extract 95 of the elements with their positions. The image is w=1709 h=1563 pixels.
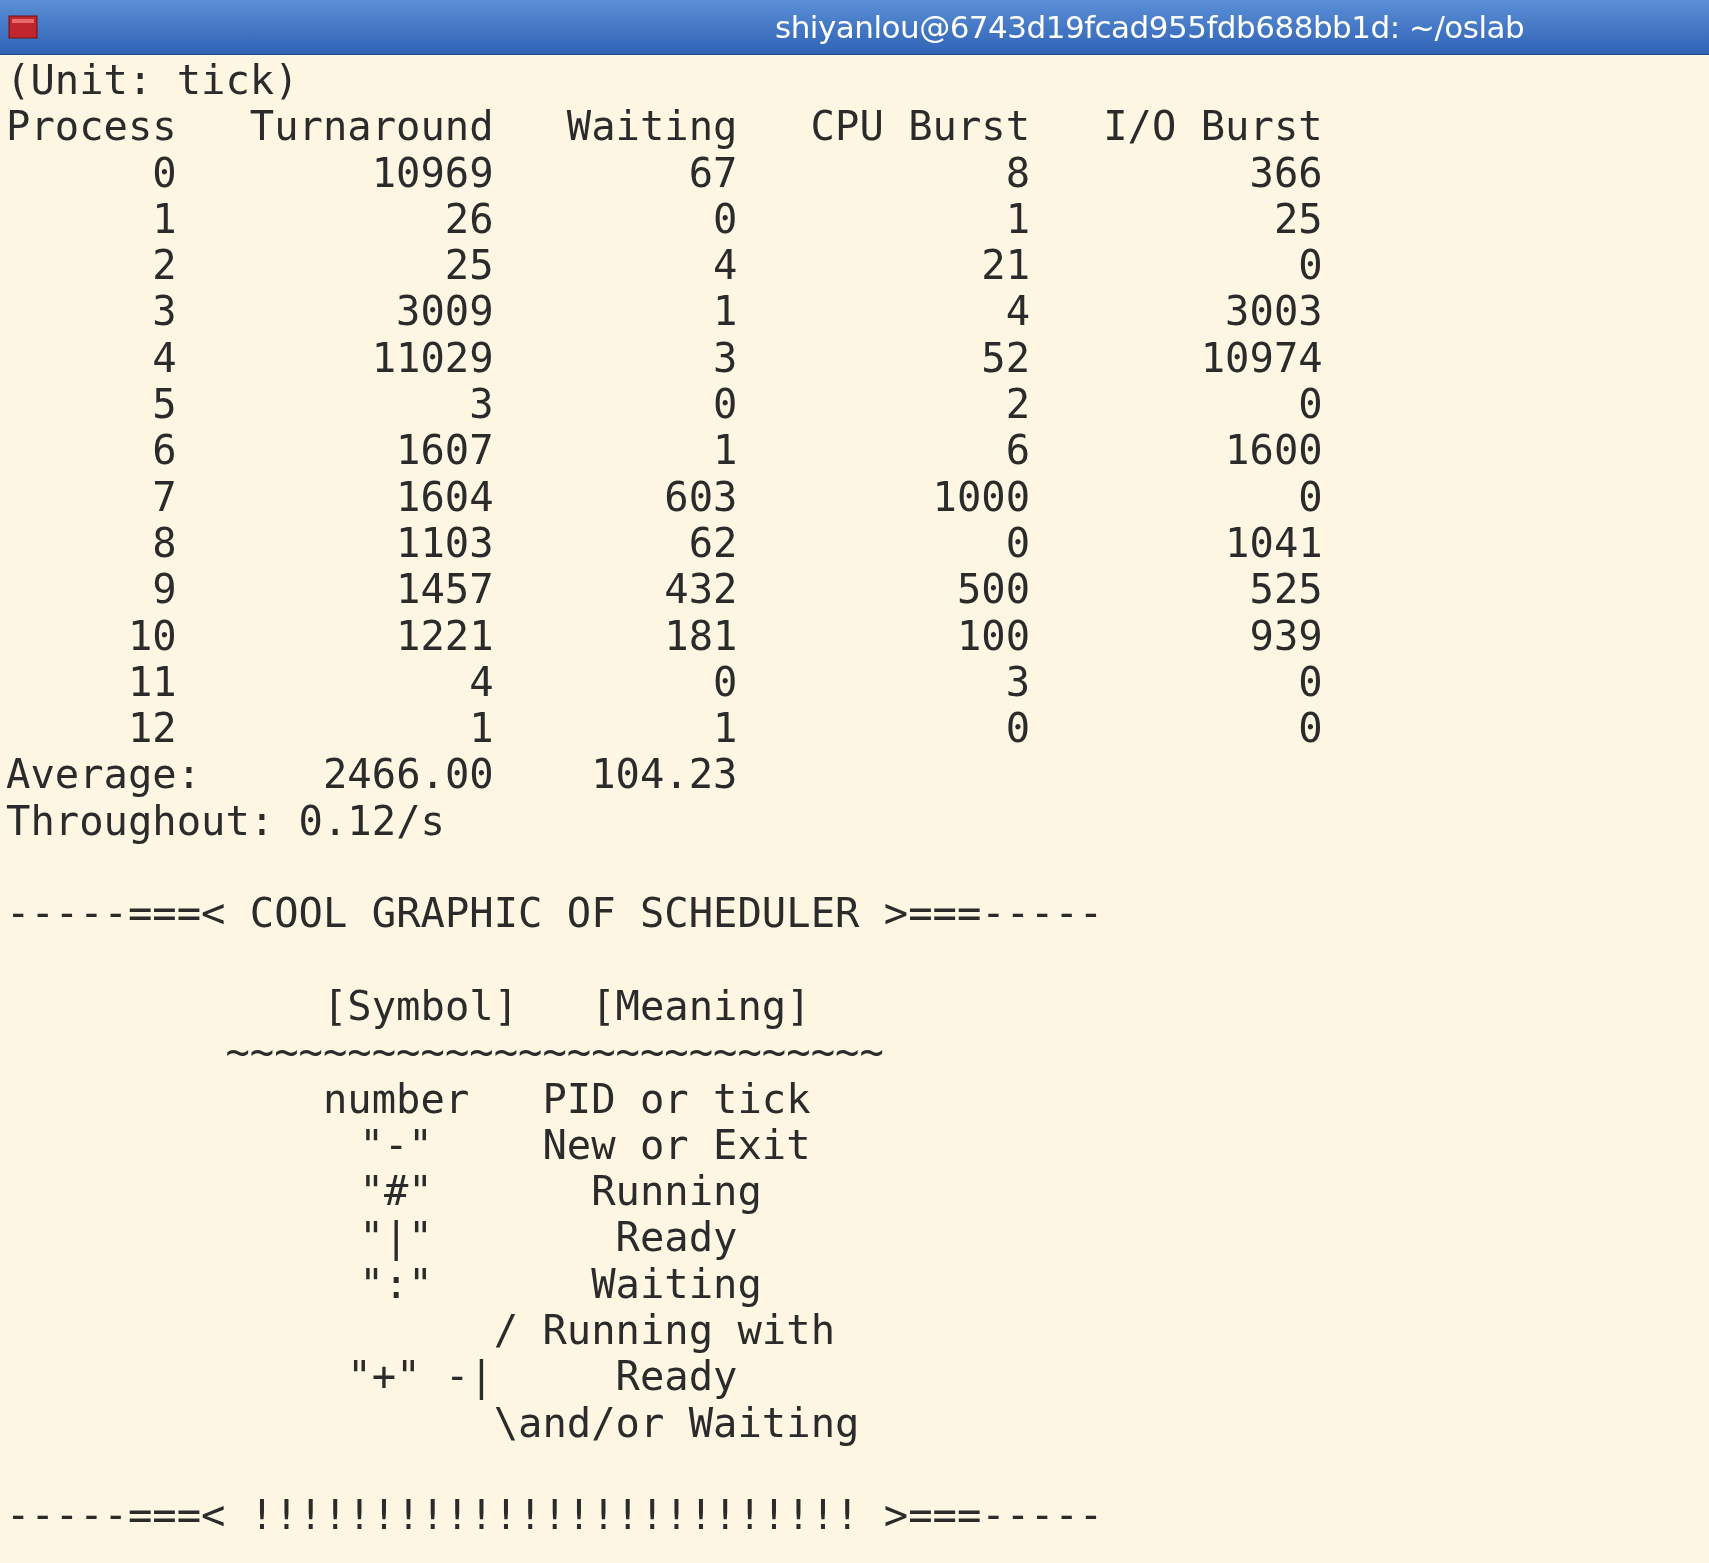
table-cell: 52: [981, 333, 1031, 382]
table-cell: 62: [688, 518, 738, 567]
legend-header: [Symbol]: [322, 982, 519, 1030]
table-cell: 100: [956, 611, 1031, 660]
legend-meaning: PID or tick: [542, 1074, 811, 1123]
column-header: I/O Burst: [1103, 102, 1323, 151]
banner-text: -----===< !!!!!!!!!!!!!!!!!!!!!!!!! >===-----: [6, 1492, 1104, 1539]
table-cell: 2: [1005, 380, 1031, 429]
table-cell: 0: [713, 657, 738, 706]
table-cell: 4: [1005, 287, 1031, 336]
table-cell: 0: [1298, 472, 1323, 521]
table-cell: 12: [127, 704, 177, 753]
table-cell: 1041: [1225, 518, 1323, 567]
table-cell: 0: [1298, 657, 1323, 706]
throughput-text: Throughout: 0.12/s: [6, 797, 445, 845]
table-cell: 10974: [1200, 333, 1323, 382]
table-cell: 11029: [371, 333, 494, 382]
table-cell: 366: [1249, 148, 1323, 197]
table-cell: 0: [152, 148, 177, 197]
table-cell: 181: [664, 611, 738, 660]
legend-brace: -|: [444, 1353, 494, 1400]
table-cell: 3: [1005, 657, 1031, 706]
column-header: Turnaround: [249, 102, 494, 151]
table-cell: 5: [152, 380, 177, 429]
table-cell: 8: [1005, 148, 1031, 197]
legend-meaning: Ready: [615, 1353, 738, 1400]
table-cell: 25: [1273, 194, 1323, 243]
legend-meaning: \and/or Waiting: [493, 1399, 860, 1446]
table-cell: 1607: [396, 426, 494, 475]
table-cell: 25: [444, 241, 494, 290]
table-cell: 0: [1298, 380, 1323, 429]
table-cell: 0: [713, 194, 738, 243]
average-value: 104.23: [591, 750, 738, 799]
table-cell: 3009: [396, 287, 494, 336]
table-cell: 1: [713, 704, 738, 753]
column-header: CPU Burst: [810, 102, 1031, 151]
legend-meaning: Ready: [615, 1213, 738, 1262]
table-cell: 432: [664, 565, 738, 614]
table-cell: 1221: [396, 611, 494, 660]
legend-meaning: New or Exit: [542, 1120, 811, 1169]
table-cell: 6: [152, 426, 177, 475]
legend-meaning: Running: [591, 1167, 762, 1216]
table-cell: 500: [956, 565, 1031, 614]
table-cell: 8: [152, 518, 177, 567]
table-cell: 1: [1005, 194, 1031, 243]
banner-text: -----===< COOL GRAPHIC OF SCHEDULER >===-----: [6, 890, 1104, 937]
table-cell: 6: [1005, 426, 1031, 475]
table-cell: 0: [1005, 704, 1031, 753]
table-cell: 10969: [371, 148, 494, 197]
column-header: Waiting: [566, 102, 738, 151]
tilde-rule: ~~~~~~~~~~~~~~~~~~~~~~~~~~~: [225, 1029, 884, 1076]
table-cell: 4: [713, 241, 738, 290]
table-cell: 21: [981, 241, 1031, 290]
table-cell: 3: [713, 333, 738, 382]
legend-symbol: "|": [359, 1213, 433, 1262]
average-value: 2466.00: [323, 750, 494, 799]
table-cell: 0: [713, 380, 738, 429]
table-cell: 939: [1249, 611, 1323, 660]
window-title: shiyanlou@6743d19fcad955fdb688bb1d: ~/oslab: [775, 9, 1525, 45]
table-cell: 1: [713, 287, 738, 336]
table-cell: 2: [152, 241, 177, 290]
table-cell: 9: [152, 565, 177, 614]
table-cell: 67: [688, 148, 738, 197]
table-cell: 10: [127, 611, 177, 660]
table-cell: 3: [469, 380, 494, 429]
table-cell: 4: [152, 333, 177, 382]
table-cell: 525: [1249, 565, 1323, 614]
table-cell: 4: [469, 657, 494, 706]
table-cell: 26: [444, 194, 494, 243]
table-cell: 0: [1298, 704, 1323, 753]
legend-symbol: "#": [359, 1167, 433, 1216]
table-cell: 0: [1005, 518, 1031, 567]
table-cell: 1000: [932, 472, 1031, 521]
table-cell: 7: [152, 472, 177, 521]
legend-meaning: / Running with: [493, 1307, 836, 1354]
legend-meaning: Waiting: [591, 1259, 762, 1308]
table-cell: 11: [127, 657, 177, 706]
legend-symbol: "+": [347, 1353, 421, 1400]
table-cell: 1103: [396, 518, 494, 567]
table-cell: 1600: [1225, 426, 1323, 475]
legend-symbol: number: [322, 1074, 470, 1123]
table-cell: 3003: [1225, 287, 1323, 336]
table-cell: 3: [152, 287, 177, 336]
table-cell: 0: [1298, 241, 1323, 290]
legend-header: [Meaning]: [591, 982, 811, 1030]
average-label: Average:: [6, 751, 202, 798]
legend-symbol: "-": [359, 1120, 433, 1169]
unit-text: (Unit: tick): [6, 57, 299, 104]
table-cell: 603: [664, 472, 738, 521]
table-cell: 1: [713, 426, 738, 475]
table-cell: 1457: [396, 565, 494, 614]
column-header: Process: [6, 102, 177, 151]
table-cell: 1604: [396, 472, 494, 521]
table-cell: 1: [469, 704, 494, 753]
table-cell: 1: [152, 194, 177, 243]
